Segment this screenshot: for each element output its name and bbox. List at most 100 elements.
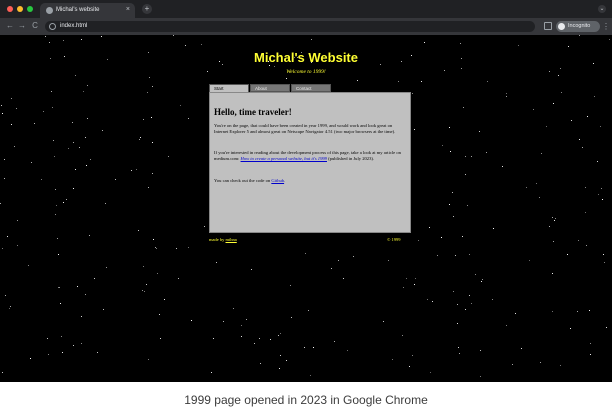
star [105, 203, 106, 204]
star [17, 245, 18, 246]
star [465, 309, 466, 310]
star [2, 248, 3, 249]
star [280, 355, 281, 356]
tab-contact[interactable]: Contact [291, 84, 331, 92]
star [55, 214, 56, 215]
star [471, 303, 472, 304]
star [151, 117, 152, 118]
browser-window: Michal's website × + ⌄ ← → C index.html … [0, 0, 612, 382]
star [188, 247, 189, 248]
star [45, 36, 46, 37]
star [568, 46, 569, 47]
made-by-text: made by [209, 237, 226, 242]
star [480, 350, 481, 351]
back-arrow-icon[interactable]: ← [4, 20, 16, 32]
star [83, 91, 84, 92]
star [270, 339, 271, 340]
star [30, 358, 31, 359]
star [481, 281, 482, 282]
star [441, 237, 442, 238]
article-paragraph: If you're interested in reading about th… [214, 150, 406, 162]
star [601, 188, 602, 189]
star [597, 161, 598, 162]
star [526, 187, 527, 188]
star [131, 170, 132, 171]
star [147, 92, 148, 93]
star [14, 146, 15, 147]
window-controls [7, 6, 33, 12]
star [278, 335, 279, 336]
minimize-window-button[interactable] [17, 6, 23, 12]
tab-strip: Michal's website × + ⌄ [0, 0, 612, 18]
medium-article-link[interactable]: How to create a personal website, but it… [241, 156, 327, 161]
star [157, 273, 158, 274]
star [51, 91, 52, 92]
incognito-badge[interactable]: Incognito [556, 21, 600, 32]
star [402, 335, 403, 336]
star [552, 273, 553, 274]
footer-credit: made by mihna [209, 237, 237, 242]
page-subtitle: Welcome to 1999! [286, 69, 326, 75]
star [540, 362, 541, 363]
address-bar[interactable]: index.html [45, 21, 535, 32]
star [571, 120, 572, 121]
address-text[interactable]: index.html [60, 21, 87, 32]
star [594, 96, 595, 97]
star [188, 118, 189, 119]
star [2, 372, 3, 373]
star [85, 294, 86, 295]
star [75, 75, 76, 76]
reload-icon[interactable]: C [29, 20, 41, 32]
star [515, 313, 516, 314]
site-info-icon[interactable] [49, 23, 56, 30]
star [590, 354, 591, 355]
star [213, 338, 214, 339]
star [533, 109, 534, 110]
star [10, 306, 11, 307]
browser-tab[interactable]: Michal's website × [40, 3, 135, 18]
code-text: You can check out the code on [214, 178, 272, 183]
new-tab-button[interactable]: + [142, 4, 152, 14]
star [392, 359, 393, 360]
star [424, 42, 425, 43]
star [63, 40, 64, 41]
author-link[interactable]: mihna [226, 237, 237, 242]
star [143, 119, 144, 120]
github-link[interactable]: Github [271, 178, 284, 183]
star [432, 301, 433, 302]
star [492, 299, 493, 300]
star [353, 256, 354, 257]
star [403, 287, 404, 288]
star [56, 205, 57, 206]
side-panel-icon[interactable] [544, 22, 552, 30]
star [279, 368, 280, 369]
star [482, 279, 483, 280]
close-tab-icon[interactable]: × [126, 4, 130, 16]
tab-search-icon[interactable]: ⌄ [598, 5, 606, 13]
tab-start[interactable]: Start [209, 84, 249, 92]
forward-arrow-icon[interactable]: → [16, 20, 28, 32]
star [486, 152, 487, 153]
star [469, 295, 470, 296]
code-period: . [284, 178, 286, 183]
star [412, 355, 413, 356]
star [115, 179, 116, 180]
content-heading: Hello, time traveler! [214, 107, 292, 117]
star [139, 139, 140, 140]
star [469, 254, 470, 255]
close-window-button[interactable] [7, 6, 13, 12]
maximize-window-button[interactable] [27, 6, 33, 12]
star [156, 248, 157, 249]
star [442, 145, 443, 146]
star [414, 284, 415, 285]
star [48, 354, 49, 355]
star [72, 122, 73, 123]
star [506, 325, 507, 326]
star [579, 139, 580, 140]
content-panel: Hello, time traveler! You're on the page… [209, 92, 411, 233]
tab-about[interactable]: About [250, 84, 290, 92]
star [600, 126, 601, 127]
more-menu-icon[interactable]: ⋮ [602, 21, 610, 32]
star [89, 235, 90, 236]
star [41, 179, 42, 180]
